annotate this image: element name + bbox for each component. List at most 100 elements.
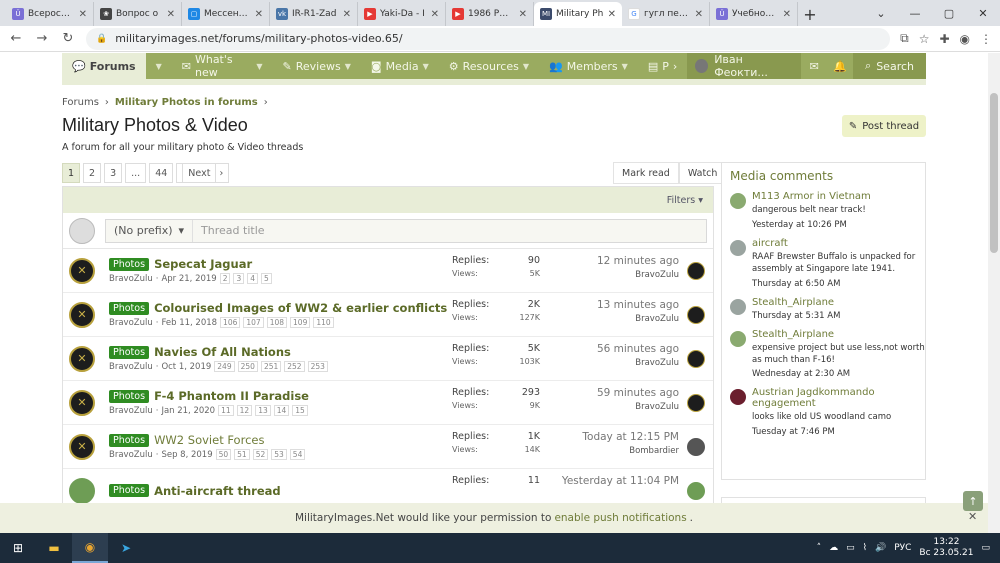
thread-page-link[interactable]: 54: [289, 449, 306, 460]
thread-page-link[interactable]: 53: [271, 449, 287, 460]
thread-page-link[interactable]: 107: [243, 317, 264, 328]
comment-date[interactable]: Wednesday at 2:30 AM: [752, 369, 925, 379]
thread-title-link[interactable]: F-4 Phantom II Paradise: [154, 389, 309, 403]
latest-poster[interactable]: BravoZulu: [553, 314, 679, 324]
thread-title-link[interactable]: Sepecat Jaguar: [154, 257, 252, 271]
page-ellipsis[interactable]: ...: [125, 163, 147, 183]
notifications-icon[interactable]: ▭: [981, 543, 990, 553]
nav-members[interactable]: 👥 Members ▼: [539, 53, 638, 79]
avatar[interactable]: [730, 298, 746, 315]
tray-chevron-icon[interactable]: ˄: [817, 543, 822, 553]
prefix-badge[interactable]: Photos: [109, 257, 150, 271]
close-tab-icon[interactable]: ✕: [783, 9, 791, 20]
thread-author[interactable]: BravoZulu: [109, 450, 153, 460]
profile-icon[interactable]: ◉: [960, 32, 970, 46]
thread-date[interactable]: Apr 21, 2019: [161, 274, 216, 284]
thread-author[interactable]: BravoZulu: [109, 318, 153, 328]
mark-read-button[interactable]: Mark read: [613, 162, 679, 184]
browser-tab[interactable]: ▶ Yaki-Da - I ✕: [358, 2, 446, 26]
thread-page-link[interactable]: 249: [214, 361, 235, 372]
user-menu[interactable]: Иван Феокти...: [687, 53, 802, 79]
thread-title-link[interactable]: WW2 Soviet Forces: [154, 433, 264, 447]
nav-media[interactable]: ◙ Media ▼: [361, 53, 439, 79]
browser-tab[interactable]: vk IR-R1-Zad ✕: [270, 2, 358, 26]
avatar[interactable]: [687, 482, 705, 500]
avatar[interactable]: ✕: [69, 301, 95, 328]
media-title-link[interactable]: aircraft: [752, 238, 925, 249]
thread-page-link[interactable]: 108: [266, 317, 288, 328]
nav-forums[interactable]: 💬 Forums: [62, 53, 146, 79]
latest-time[interactable]: 59 minutes ago: [553, 387, 679, 399]
volume-icon[interactable]: 🔊: [875, 543, 886, 553]
extensions-icon[interactable]: ✚: [939, 32, 949, 46]
prefix-badge[interactable]: Photos: [109, 433, 150, 447]
thread-page-link[interactable]: 12: [236, 405, 253, 416]
thread-page-link[interactable]: 250: [237, 361, 258, 372]
cloud-icon[interactable]: ☁: [829, 543, 838, 553]
minimize-button[interactable]: —: [898, 0, 932, 26]
avatar[interactable]: [687, 394, 705, 412]
url-field[interactable]: 🔒 militaryimages.net/forums/military-pho…: [86, 27, 891, 50]
chrome-icon[interactable]: ◉: [72, 533, 108, 563]
nav-whats-new[interactable]: ✉ What's new ▼: [172, 53, 273, 79]
inbox-icon[interactable]: ✉: [801, 53, 827, 79]
avatar[interactable]: [69, 477, 95, 503]
thread-page-link[interactable]: 252: [284, 361, 305, 372]
nav-forums-dropdown[interactable]: ▼: [146, 53, 172, 79]
close-tab-icon[interactable]: ✕: [79, 9, 87, 20]
thread-page-link[interactable]: 14: [273, 405, 290, 416]
translate-icon[interactable]: ⧉: [900, 31, 909, 46]
forward-icon[interactable]: →: [34, 31, 50, 46]
reload-icon[interactable]: ↻: [60, 31, 76, 46]
watch-button[interactable]: Watch: [678, 162, 727, 184]
latest-poster[interactable]: BravoZulu: [553, 402, 679, 412]
next-page-button[interactable]: Next ›: [176, 163, 230, 183]
prefix-badge[interactable]: Photos: [109, 345, 150, 359]
close-tab-icon[interactable]: ✕: [695, 9, 703, 20]
browser-tab[interactable]: ❀ Вопрос о ✕: [94, 2, 182, 26]
thread-page-link[interactable]: 5: [261, 273, 272, 284]
avatar[interactable]: [730, 193, 746, 209]
clock[interactable]: 13:22 Вс 23.05.21: [919, 537, 973, 559]
scrollbar-thumb[interactable]: [990, 93, 998, 253]
file-explorer-icon[interactable]: ▬: [36, 533, 72, 563]
telegram-icon[interactable]: ➤: [108, 533, 144, 563]
close-tab-icon[interactable]: ✕: [255, 9, 263, 20]
comment-date[interactable]: Tuesday at 7:46 PM: [752, 427, 925, 437]
thread-page-link[interactable]: 13: [255, 405, 271, 416]
bookmark-star-icon[interactable]: ☆: [919, 32, 930, 46]
media-title-link[interactable]: Austrian Jagdkommando engagement: [752, 387, 925, 409]
latest-time[interactable]: 12 minutes ago: [553, 255, 679, 267]
thread-page-link[interactable]: 110: [313, 317, 334, 328]
bell-icon[interactable]: 🔔: [827, 53, 853, 79]
media-title-link[interactable]: Stealth_Airplane: [752, 297, 840, 308]
avatar[interactable]: [730, 330, 746, 347]
back-icon[interactable]: ←: [8, 31, 24, 46]
avatar[interactable]: ✕: [69, 345, 95, 372]
breadcrumb-root[interactable]: Forums: [62, 97, 99, 108]
thread-date[interactable]: Oct 1, 2019: [161, 362, 211, 372]
breadcrumb-parent[interactable]: Military Photos in forums: [115, 97, 258, 108]
browser-tab[interactable]: Ü Всероссий ✕: [6, 2, 94, 26]
browser-tab[interactable]: MI Military Ph ✕: [534, 2, 622, 26]
thread-title-link[interactable]: Anti-aircraft thread: [154, 484, 281, 498]
latest-poster[interactable]: BravoZulu: [553, 270, 679, 280]
avatar[interactable]: ✕: [69, 257, 95, 284]
menu-icon[interactable]: ⋮: [980, 32, 992, 46]
latest-time[interactable]: Today at 12:15 PM: [553, 431, 679, 443]
browser-tab[interactable]: Ü Учебное р ✕: [710, 2, 798, 26]
media-title-link[interactable]: M113 Armor in Vietnam: [752, 191, 871, 202]
post-thread-button[interactable]: ✎ Post thread: [842, 115, 926, 137]
windows-start-icon[interactable]: ⊞: [0, 533, 36, 563]
thread-page-link[interactable]: 51: [234, 449, 250, 460]
new-tab-button[interactable]: +: [798, 2, 822, 26]
thread-page-link[interactable]: 50: [215, 449, 232, 460]
page-scrollbar[interactable]: [988, 53, 1000, 533]
prefix-badge[interactable]: Photos: [109, 484, 150, 497]
latest-time[interactable]: 13 minutes ago: [553, 299, 679, 311]
latest-poster[interactable]: Bombardier: [553, 446, 679, 456]
close-tab-icon[interactable]: ✕: [519, 9, 527, 20]
thread-title-input[interactable]: Thread title: [193, 224, 272, 237]
maximize-button[interactable]: ▢: [932, 0, 966, 26]
thread-date[interactable]: Sep 8, 2019: [161, 450, 212, 460]
